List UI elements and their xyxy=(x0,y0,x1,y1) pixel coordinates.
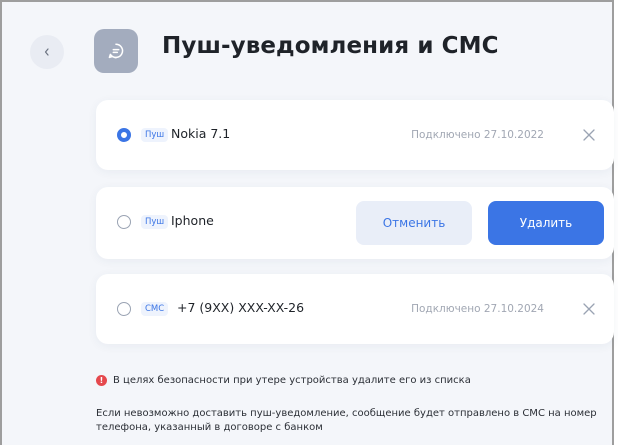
close-icon[interactable] xyxy=(582,302,596,316)
device-name: Iphone xyxy=(171,213,214,228)
delete-button[interactable]: Удалить xyxy=(488,201,604,245)
connection-status: Подключено 27.10.2024 xyxy=(411,303,544,315)
title-icon-tile xyxy=(94,29,138,73)
info-text: Если невозможно доставить пуш-уведомлени… xyxy=(96,408,597,433)
page-title: Пуш-уведомления и СМС xyxy=(162,33,499,59)
channel-tag: Пуш xyxy=(141,215,169,229)
channel-tag: СМС xyxy=(141,302,169,316)
close-icon[interactable] xyxy=(582,128,596,142)
page-frame: Пуш-уведомления и СМС Пуш Nokia 7.1 Подк… xyxy=(0,0,614,445)
back-button[interactable] xyxy=(30,35,64,69)
device-card-iphone[interactable]: Пуш Iphone Отменить Удалить xyxy=(96,187,614,259)
device-name: +7 (9XX) XXX-XX-26 xyxy=(177,300,305,315)
device-card-nokia[interactable]: Пуш Nokia 7.1 Подключено 27.10.2022 xyxy=(96,100,614,170)
alert-icon: ! xyxy=(96,375,107,386)
chevron-left-icon xyxy=(44,48,49,56)
device-radio[interactable] xyxy=(117,128,131,142)
device-card-sms[interactable]: СМС +7 (9XX) XXX-XX-26 Подключено 27.10.… xyxy=(96,274,614,344)
device-radio[interactable] xyxy=(117,302,131,316)
device-name: Nokia 7.1 xyxy=(171,126,231,141)
security-warning: ! В целях безопасности при утере устройс… xyxy=(96,375,471,386)
device-radio[interactable] xyxy=(117,215,131,229)
channel-tag: Пуш xyxy=(141,128,169,142)
warning-text: В целях безопасности при утере устройств… xyxy=(113,375,471,386)
cancel-button[interactable]: Отменить xyxy=(356,201,472,245)
message-icon xyxy=(108,43,124,59)
connection-status: Подключено 27.10.2022 xyxy=(411,129,544,141)
